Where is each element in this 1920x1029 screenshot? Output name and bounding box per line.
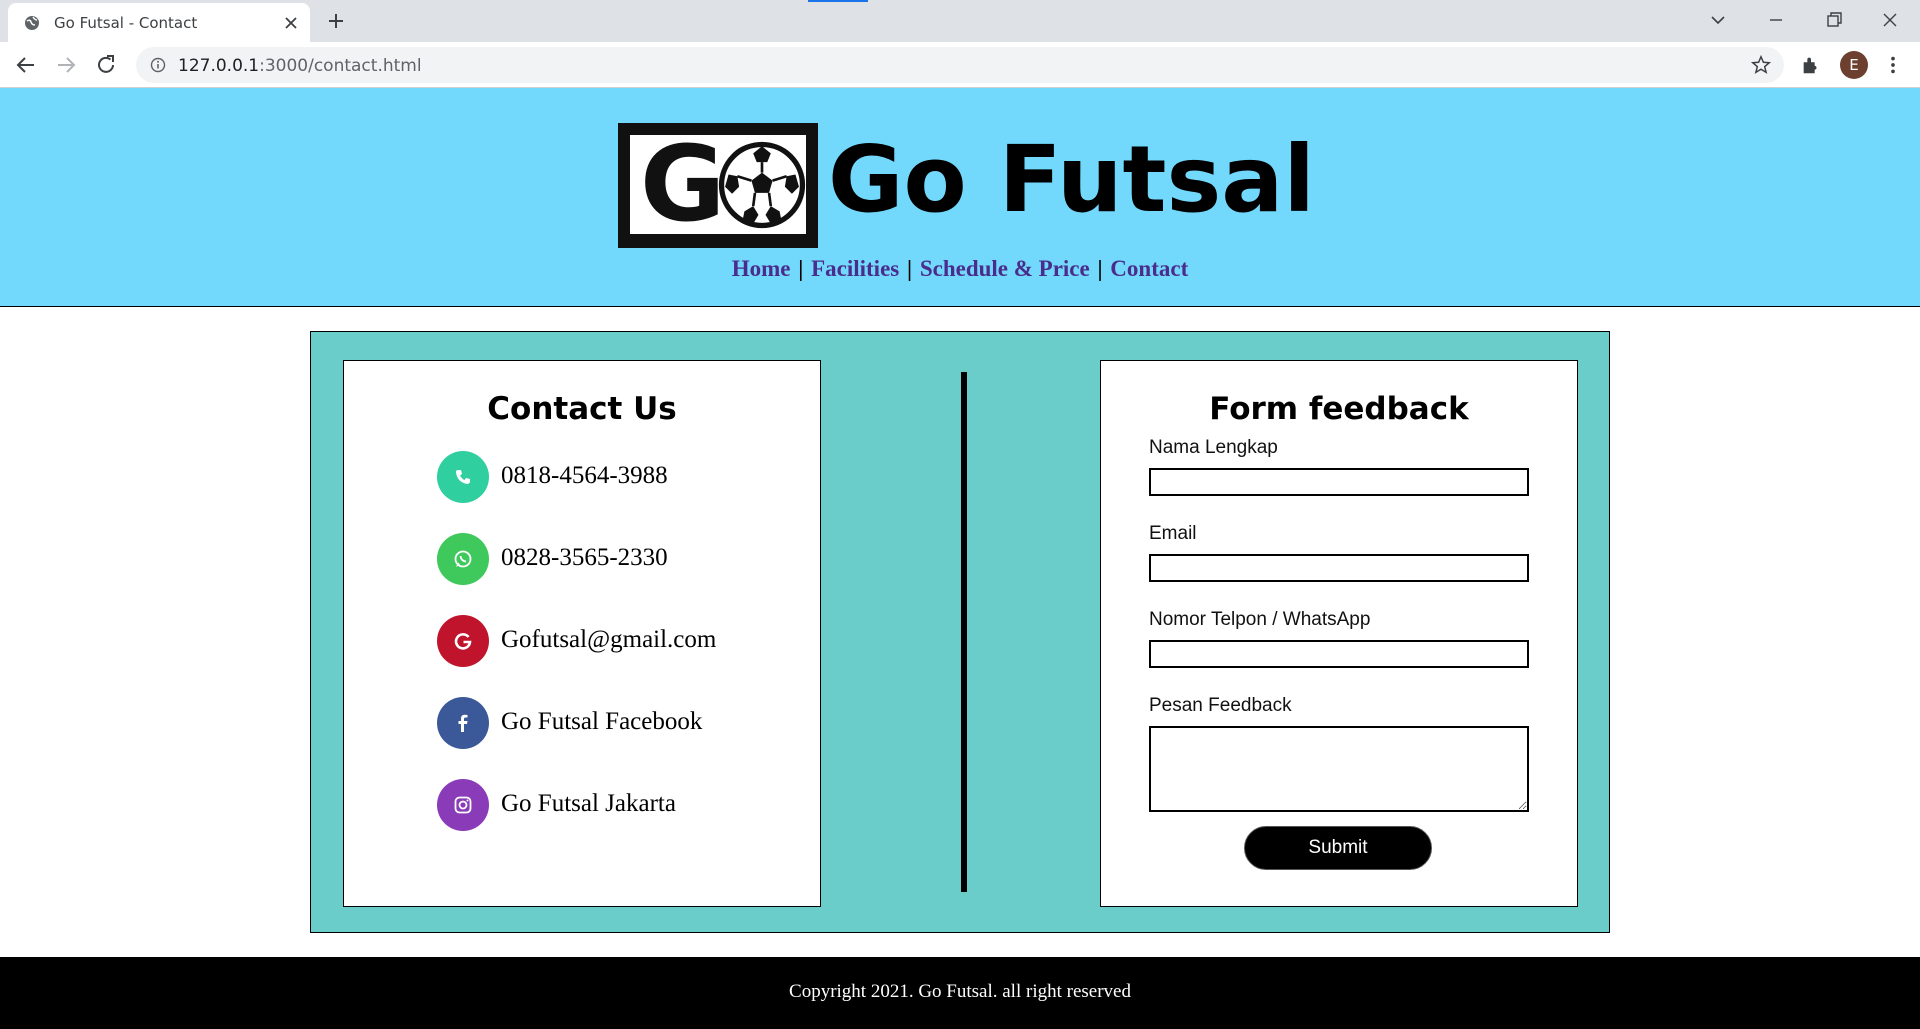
footer-copyright: Copyright 2021. Go Futsal. all right res… — [789, 981, 1131, 1002]
nav-facilities[interactable]: Facilities — [811, 256, 899, 281]
profile-avatar[interactable]: E — [1840, 51, 1868, 79]
nav-schedule-price[interactable]: Schedule & Price — [920, 256, 1090, 281]
feedback-message-label: Pesan Feedback — [1149, 695, 1292, 716]
contact-item-text: Go Futsal Facebook — [501, 708, 703, 735]
feedback-form-card: Form feedback Nama Lengkap Email Nomor T… — [1100, 360, 1578, 907]
site-title: Go Futsal — [828, 126, 1315, 233]
back-icon[interactable] — [14, 53, 38, 77]
whatsapp-icon — [437, 533, 489, 585]
extensions-icon[interactable] — [1800, 54, 1822, 76]
close-window-icon[interactable] — [1878, 8, 1902, 32]
phone-whatsapp-label: Nomor Telpon / WhatsApp — [1149, 609, 1371, 630]
feedback-message-textarea[interactable] — [1149, 726, 1529, 812]
contact-item-text: 0828-3565-2330 — [501, 544, 668, 571]
site-footer: Copyright 2021. Go Futsal. all right res… — [0, 957, 1920, 1029]
full-name-label: Nama Lengkap — [1149, 437, 1278, 458]
site-header: GO Go Futsal Home | Facilities | Schedul… — [0, 88, 1920, 307]
url-host: 127.0.0.1 — [178, 56, 260, 76]
contact-item-text: 0818-4564-3988 — [501, 462, 668, 489]
phone-whatsapp-input[interactable] — [1149, 640, 1529, 668]
tab-title: Go Futsal - Contact — [54, 14, 198, 32]
site-info-icon[interactable] — [150, 57, 166, 73]
close-tab-icon[interactable] — [282, 14, 300, 32]
site-nav: Home | Facilities | Schedule & Price | C… — [0, 256, 1920, 282]
instagram-icon — [437, 779, 489, 831]
browser-tab[interactable]: Go Futsal - Contact — [8, 3, 310, 42]
forward-icon[interactable] — [54, 53, 78, 77]
tab-search-icon[interactable] — [1706, 8, 1730, 32]
url-text[interactable]: 127.0.0.1:3000/contact.html — [178, 56, 422, 76]
browser-tab-bar: Go Futsal - Contact — [0, 0, 1920, 42]
email-label: Email — [1149, 523, 1197, 544]
url-path: :3000/contact.html — [259, 56, 422, 76]
vertical-divider — [961, 372, 967, 892]
bookmark-star-icon[interactable] — [1750, 54, 1772, 76]
nav-contact[interactable]: Contact — [1110, 256, 1188, 281]
submit-button[interactable]: Submit — [1244, 826, 1432, 870]
main-panel: Contact Us 0818-4564-3988 0828-3565-2330… — [310, 331, 1610, 933]
contact-item-text: Gofutsal@gmail.com — [501, 626, 717, 653]
feedback-form-title: Form feedback — [1209, 391, 1469, 427]
contact-card: Contact Us 0818-4564-3988 0828-3565-2330… — [343, 360, 821, 907]
full-name-input[interactable] — [1149, 468, 1529, 496]
restore-icon[interactable] — [1822, 8, 1846, 32]
browser-toolbar: 127.0.0.1:3000/contact.html E — [0, 42, 1920, 88]
contact-title: Contact Us — [487, 391, 677, 427]
google-icon — [437, 615, 489, 667]
globe-icon — [25, 16, 39, 30]
soccer-ball-icon — [718, 141, 806, 229]
logo-inner: GO — [630, 129, 806, 239]
site-logo[interactable]: GO — [618, 123, 818, 248]
tab-strip-accent — [808, 0, 868, 2]
nav-separator: | — [798, 256, 804, 281]
email-input[interactable] — [1149, 554, 1529, 582]
nav-home[interactable]: Home — [732, 256, 791, 281]
reload-icon[interactable] — [94, 53, 118, 77]
browser-menu-icon[interactable] — [1882, 54, 1904, 76]
address-bar[interactable]: 127.0.0.1:3000/contact.html — [136, 47, 1784, 83]
phone-icon — [437, 451, 489, 503]
nav-separator: | — [1097, 256, 1103, 281]
facebook-icon — [437, 697, 489, 749]
new-tab-icon[interactable] — [326, 11, 346, 31]
contact-item-text: Go Futsal Jakarta — [501, 790, 676, 817]
minimize-icon[interactable] — [1764, 8, 1788, 32]
nav-separator: | — [906, 256, 913, 281]
